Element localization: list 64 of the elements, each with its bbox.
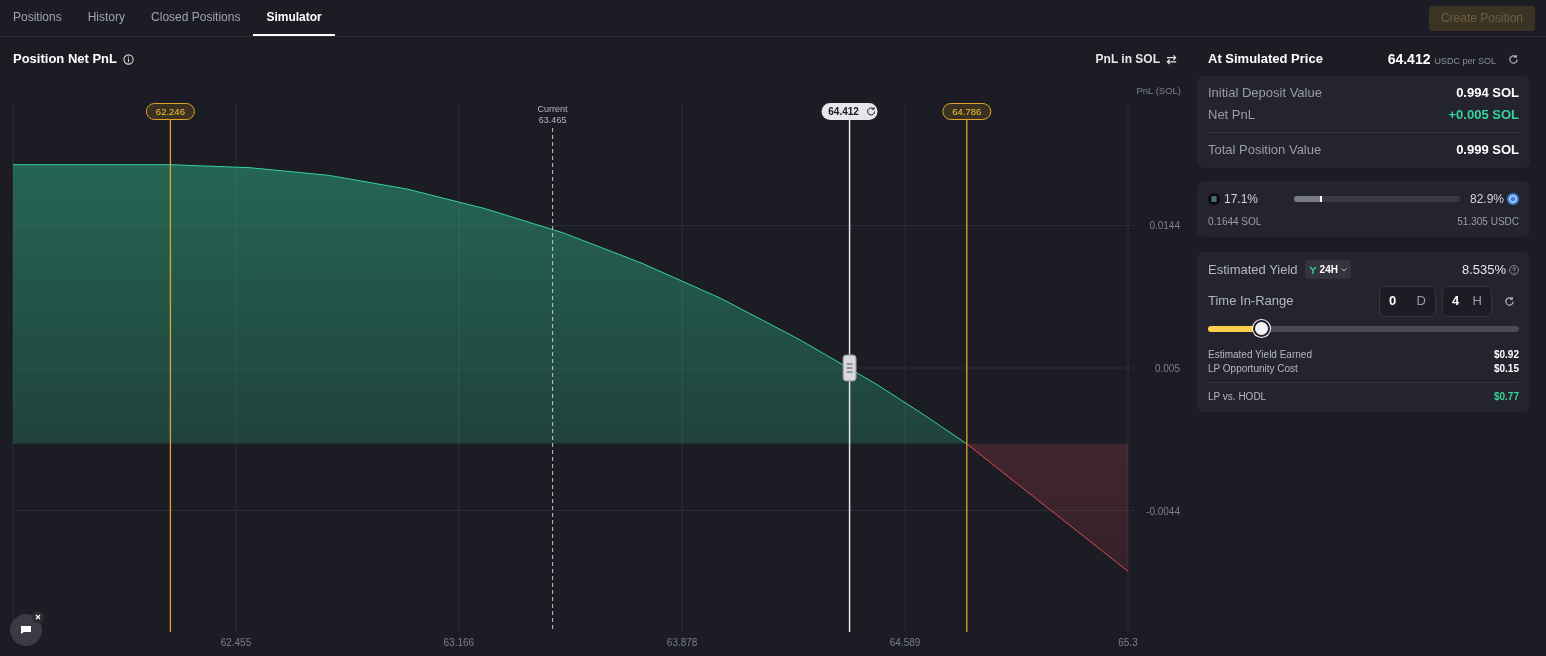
token-icon <box>1208 193 1220 205</box>
simulated-price-label[interactable]: 64.412 <box>821 103 878 120</box>
panel-title: At Simulated Price <box>1208 50 1323 69</box>
refresh-icon[interactable] <box>867 106 876 116</box>
ref-line-label: 64.412 <box>828 106 860 117</box>
drag-handle[interactable] <box>842 354 857 382</box>
row-label: Initial Deposit Value <box>1208 84 1322 103</box>
x-tick-label: 62.455 <box>220 637 252 648</box>
chevron-icon <box>1340 267 1347 272</box>
chat-button[interactable] <box>10 614 42 646</box>
row-label: LP Opportunity Cost <box>1208 362 1298 376</box>
time-label: Time In-Range <box>1208 292 1294 311</box>
range-line[interactable] <box>169 118 172 633</box>
token-amount: 0.1644 SOL <box>1208 215 1262 229</box>
tab[interactable]: Closed Positions <box>138 0 254 36</box>
y-tick-label: 0.0144 <box>1149 220 1180 232</box>
tab[interactable]: Simulator <box>253 0 335 36</box>
chart-title: Position Net PnL <box>13 50 117 69</box>
token-amount: 51.305 USDC <box>1457 215 1519 229</box>
ref-line-label: 64.786 <box>952 106 982 117</box>
ref-line-label: 62.246 <box>155 106 185 117</box>
range-price-label: 64.786 <box>942 103 992 120</box>
current-label: Current <box>537 104 568 114</box>
row-value: $0.92 <box>1493 348 1519 362</box>
tab[interactable]: Positions <box>0 0 75 36</box>
result-label: LP vs. HODL <box>1208 389 1267 404</box>
x-tick-label: 65.3 <box>1118 637 1138 648</box>
current-price: 63.465 <box>538 115 567 125</box>
chat-icon <box>20 625 32 635</box>
yield-label: Estimated Yield <box>1208 261 1298 279</box>
row-value: +0.005 SOL <box>1448 106 1519 125</box>
period-dropdown[interactable]: 24H <box>1304 260 1351 280</box>
swap-icon <box>1166 53 1177 65</box>
y-tick-label: 0.005 <box>1154 363 1180 374</box>
token-icon <box>1507 193 1519 205</box>
x-tick-label: 63.166 <box>443 637 475 648</box>
row-value: 0.994 SOL <box>1456 84 1519 103</box>
range-price-label: 62.246 <box>145 103 195 120</box>
slider-thumb[interactable] <box>1252 320 1270 337</box>
reset-icon[interactable] <box>1504 295 1515 307</box>
x-tick-label: 64.589 <box>889 637 921 648</box>
token-percent: 17.1% <box>1224 191 1260 208</box>
time-slider[interactable] <box>1208 319 1519 339</box>
close-icon[interactable] <box>32 611 44 623</box>
unit-toggle[interactable]: PnL in SOL <box>1095 50 1177 68</box>
row-value: $0.15 <box>1493 362 1519 376</box>
tab[interactable]: History <box>74 0 139 36</box>
yield-value: 8.535% <box>1461 261 1506 279</box>
help-icon[interactable] <box>1509 264 1519 275</box>
total-value: 0.999 SOL <box>1456 140 1519 159</box>
y-tick-label: -0.0044 <box>1146 505 1180 517</box>
token-percent: 82.9% <box>1469 191 1504 208</box>
info-icon[interactable] <box>123 53 134 65</box>
hours-field[interactable]: 4 H <box>1442 285 1492 317</box>
result-value: $0.77 <box>1493 389 1519 404</box>
x-tick-label: 63.878 <box>666 637 698 648</box>
total-label: Total Position Value <box>1208 140 1322 159</box>
row-label: Estimated Yield Earned <box>1208 348 1312 362</box>
row-label: Net PnL <box>1208 106 1255 125</box>
days-field[interactable]: 0 D <box>1379 285 1436 317</box>
simulated-price: 64.412 <box>1387 49 1431 69</box>
refresh-icon[interactable] <box>1508 53 1519 65</box>
price-unit: USDC per SOL <box>1434 54 1496 68</box>
axis-title: PnL (SOL) <box>1136 85 1181 96</box>
